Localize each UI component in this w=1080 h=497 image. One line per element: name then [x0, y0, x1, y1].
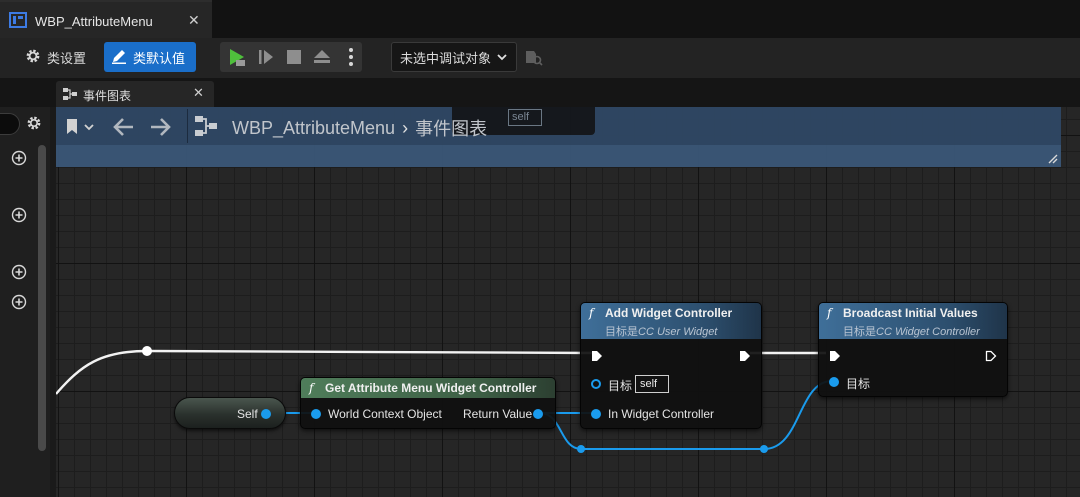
wire-reroute-knot — [760, 445, 768, 453]
target-pin[interactable] — [591, 379, 601, 389]
breadcrumb-separator: › — [402, 117, 409, 138]
node-title: Add Widget Controller — [605, 306, 733, 320]
add-icon[interactable] — [11, 150, 27, 166]
panel-section-row — [0, 204, 36, 228]
class-settings-button[interactable]: 类设置 — [18, 42, 96, 72]
document-tab-title: WBP_AttributeMenu — [35, 14, 153, 29]
target-pin[interactable] — [829, 377, 839, 387]
breadcrumb-graph[interactable]: 事件图表 — [415, 115, 487, 141]
class-defaults-label: 类默认值 — [133, 50, 186, 66]
bookmark-icon[interactable] — [64, 115, 94, 139]
add-icon[interactable] — [11, 264, 27, 280]
return-value-label: Return Value — [463, 407, 533, 421]
wire-reroute-knot — [142, 346, 152, 356]
header-divider — [187, 109, 188, 143]
eject-icon[interactable] — [311, 47, 333, 67]
graph-icon — [194, 115, 218, 142]
panel-scrollbar[interactable] — [38, 145, 46, 451]
add-widget-controller-node[interactable]: f Add Widget Controller 目标是CC User Widge… — [580, 302, 762, 429]
exec-in-pin[interactable] — [591, 349, 603, 367]
close-icon[interactable]: ✕ — [188, 12, 200, 29]
search-input[interactable] — [0, 113, 20, 135]
wire-reroute-knot — [577, 445, 585, 453]
function-icon: f — [589, 306, 594, 320]
exec-out-pin[interactable] — [739, 349, 751, 367]
function-icon: f — [827, 306, 832, 320]
self-label: Self — [237, 407, 258, 421]
panel-section-row — [0, 291, 36, 315]
exec-out-pin[interactable] — [985, 349, 997, 367]
close-icon[interactable]: ✕ — [193, 85, 204, 101]
graph-icon — [62, 87, 78, 106]
forward-arrow-icon[interactable] — [148, 115, 172, 139]
tab-event-graph[interactable]: 事件图表 ✕ — [56, 81, 214, 107]
exec-in-pin[interactable] — [829, 349, 841, 367]
background-self-field: self — [508, 109, 542, 126]
stop-icon[interactable] — [283, 47, 305, 67]
gear-icon — [24, 47, 42, 68]
target-self-field[interactable]: self — [635, 375, 669, 393]
chevron-down-icon — [496, 51, 508, 66]
play-icon[interactable] — [226, 47, 248, 67]
graph-tab-strip: 事件图表 ✕ — [0, 78, 1080, 107]
graph-canvas[interactable]: self WBP_AttributeMenu › 事件图表 Self f Get — [56, 107, 1080, 497]
tab-event-graph-label: 事件图表 — [83, 89, 132, 103]
world-context-pin[interactable] — [311, 409, 321, 419]
world-context-label: World Context Object — [328, 407, 442, 421]
graph-header: self WBP_AttributeMenu › 事件图表 — [56, 107, 1061, 167]
class-defaults-button[interactable]: 类默认值 — [104, 42, 196, 72]
back-arrow-icon[interactable] — [112, 115, 136, 139]
self-output-pin[interactable] — [261, 409, 271, 419]
self-reference-node[interactable]: Self — [174, 397, 286, 429]
gear-icon[interactable] — [25, 114, 43, 137]
in-widget-controller-label: In Widget Controller — [608, 407, 715, 421]
target-label: 目标 — [846, 377, 871, 391]
graph-header-strip — [56, 145, 1061, 167]
my-blueprint-panel — [0, 107, 50, 497]
pencil-icon — [110, 47, 128, 68]
in-widget-controller-pin[interactable] — [591, 409, 601, 419]
node-title: Get Attribute Menu Widget Controller — [325, 381, 537, 395]
node-subtitle: 目标是CC User Widget — [605, 326, 718, 338]
function-icon: f — [309, 381, 314, 395]
debug-find-icon[interactable] — [524, 49, 544, 67]
node-subtitle: 目标是CC Widget Controller — [843, 326, 980, 338]
breadcrumb-asset[interactable]: WBP_AttributeMenu — [232, 118, 395, 139]
more-icon[interactable] — [340, 47, 362, 67]
target-label: 目标 — [608, 379, 633, 393]
debug-object-label: 未选中调试对象 — [400, 50, 492, 66]
broadcast-initial-values-node[interactable]: f Broadcast Initial Values 目标是CC Widget … — [818, 302, 1008, 397]
title-bar: WBP_AttributeMenu ✕ — [0, 0, 1080, 38]
panel-section-row — [0, 147, 36, 171]
panel-section-row — [0, 261, 36, 285]
breadcrumb: WBP_AttributeMenu › 事件图表 — [232, 115, 487, 141]
return-value-pin[interactable] — [533, 409, 543, 419]
node-title: Broadcast Initial Values — [843, 306, 978, 320]
document-tab[interactable]: WBP_AttributeMenu ✕ — [0, 0, 212, 38]
add-icon[interactable] — [11, 207, 27, 223]
blueprint-tab-icon — [9, 12, 27, 33]
play-controls-group — [220, 42, 362, 72]
add-icon[interactable] — [11, 294, 27, 310]
class-settings-label: 类设置 — [47, 50, 87, 66]
toolbar: 类设置 类默认值 未选中调试对象 — [0, 38, 1080, 78]
step-icon[interactable] — [255, 47, 277, 67]
debug-object-select[interactable]: 未选中调试对象 — [391, 42, 517, 72]
resize-grip-icon[interactable] — [1048, 151, 1058, 169]
get-widget-controller-node[interactable]: f Get Attribute Menu Widget Controller W… — [300, 377, 556, 429]
